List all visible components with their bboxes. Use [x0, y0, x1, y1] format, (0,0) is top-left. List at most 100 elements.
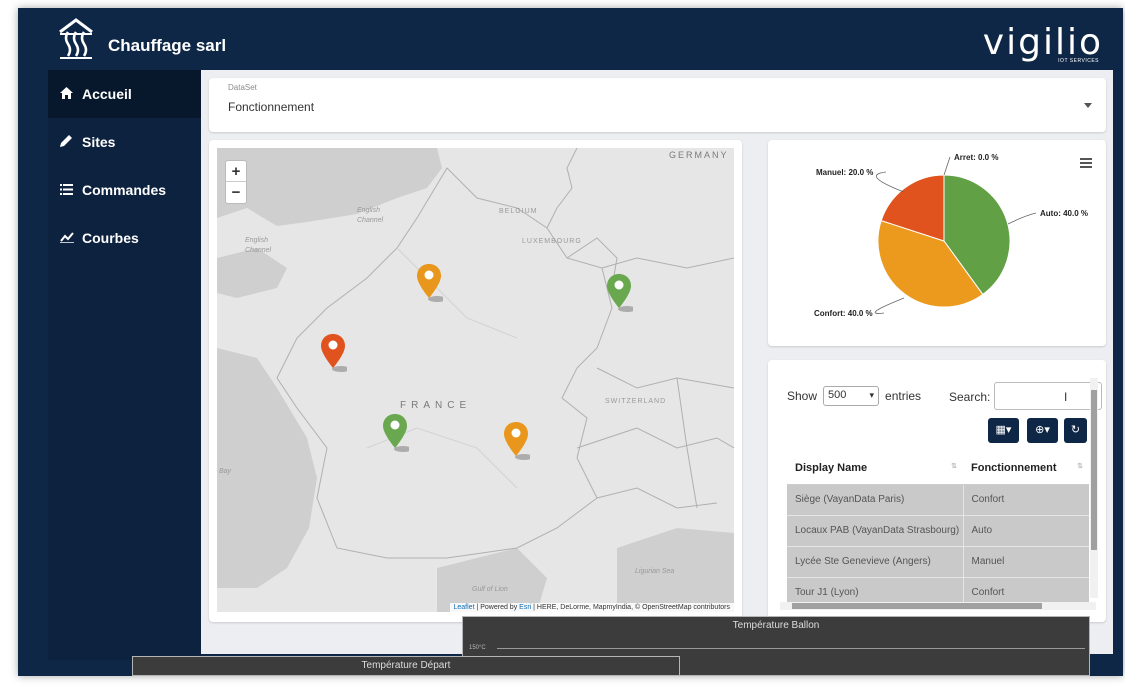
zoom-in-button[interactable]: +: [226, 161, 246, 182]
table-row[interactable]: Siège (VayanData Paris) Confort: [787, 484, 1089, 516]
sidebar-item-courbes[interactable]: Courbes: [48, 214, 201, 262]
sidebar-item-accueil[interactable]: Accueil: [48, 70, 201, 118]
list-icon: [60, 182, 82, 198]
entries-select[interactable]: 500 ▾: [823, 386, 880, 406]
main-content: DataSet Fonctionnement GERMANY BELGIUM L…: [201, 70, 1113, 654]
dataset-label: DataSet: [228, 83, 257, 92]
export-button[interactable]: ⊕▾: [1027, 418, 1058, 443]
temperature-depart-panel: Température Départ: [132, 656, 680, 676]
refresh-button[interactable]: ↻: [1064, 418, 1087, 443]
pie-label-arret: Arret: 0.0 %: [954, 153, 998, 162]
sidebar: Accueil Sites Commandes Courbes ‹: [48, 70, 201, 699]
menu-icon[interactable]: [1080, 158, 1092, 168]
attribution-text: | Powered by: [474, 604, 520, 611]
map-label-ligurian-sea: Ligurian Sea: [635, 568, 675, 575]
sidebar-item-sites[interactable]: Sites: [48, 118, 201, 166]
show-label: Show: [787, 389, 818, 403]
pencil-icon: [60, 134, 82, 150]
table-cell: Locaux PAB (VayanData Strasbourg): [787, 515, 963, 547]
map-marker-auto[interactable]: [383, 414, 409, 452]
zoom-control: + −: [225, 160, 247, 204]
map[interactable]: GERMANY BELGIUM LUXEMBOURG FRANCE SWITZE…: [217, 148, 734, 612]
sort-icon: ⇅: [1077, 463, 1083, 470]
column-header-label: Display Name: [795, 461, 868, 474]
pie-connector-manuel: [875, 171, 905, 193]
map-marker-confort[interactable]: [417, 264, 443, 302]
column-header-display-name[interactable]: Display Name ⇅: [787, 452, 963, 485]
pie-connector-arret: [943, 156, 951, 176]
sidebar-item-label: Sites: [82, 134, 116, 150]
dataset-value: Fonctionnement: [228, 100, 315, 114]
table-card: Show 500 ▾ entries Search: I ▦▾ ⊕▾ ↻ Disp…: [768, 360, 1106, 622]
sidebar-item-label: Accueil: [82, 86, 132, 102]
table-row[interactable]: Locaux PAB (VayanData Strasbourg) Auto: [787, 515, 1089, 547]
vendor-tagline: IOT SERVICES: [1058, 58, 1099, 64]
map-label-gulf-of-lion: Gulf of Lion: [472, 586, 508, 593]
house-logo-icon: [59, 18, 93, 59]
map-attribution: Leaflet | Powered by Esri | HERE, DeLorm…: [449, 603, 734, 612]
pie-connector-confort: [874, 297, 905, 314]
table-row[interactable]: Lycée Ste Genevieve (Angers) Manuel: [787, 546, 1089, 578]
download-icon: ⊕▾: [1035, 424, 1050, 436]
sidebar-collapse-button[interactable]: ‹: [193, 682, 198, 700]
map-label-france: FRANCE: [400, 400, 472, 411]
leaflet-link[interactable]: Leaflet: [454, 604, 475, 611]
search-input[interactable]: [994, 382, 1102, 410]
table-cell: Auto: [962, 515, 1089, 547]
pie-connector-auto: [1007, 212, 1037, 225]
entries-select-value: 500: [828, 389, 847, 401]
map-marker-auto[interactable]: [607, 274, 633, 312]
map-label-germany: GERMANY: [669, 150, 729, 160]
sidebar-item-commandes[interactable]: Commandes: [48, 166, 201, 214]
panel-title: Température Ballon: [732, 620, 820, 631]
dataset-select[interactable]: DataSet Fonctionnement: [209, 78, 1106, 132]
grid-icon: ▦▾: [995, 424, 1012, 436]
table-cell: Confort: [962, 484, 1089, 516]
app-window: Chauffage sarl vigilio IOT SERVICES Accu…: [18, 8, 1123, 699]
search-label: Search:: [949, 390, 991, 404]
column-header-label: Fonctionnement: [971, 461, 1057, 474]
map-card: GERMANY BELGIUM LUXEMBOURG FRANCE SWITZE…: [209, 140, 742, 622]
zoom-out-button[interactable]: −: [226, 182, 246, 203]
scrollbar-thumb[interactable]: [1091, 390, 1097, 550]
sidebar-item-label: Courbes: [82, 230, 139, 246]
map-label-luxembourg: LUXEMBOURG: [522, 238, 582, 245]
map-basemap: [217, 148, 734, 612]
attribution-text: | HERE, DeLorme, MapmyIndia, © OpenStree…: [531, 604, 730, 611]
panel-title: Température Départ: [361, 660, 451, 671]
table-cell: Manuel: [962, 546, 1089, 578]
esri-link[interactable]: Esri: [519, 604, 531, 611]
map-marker-manuel[interactable]: [321, 334, 347, 372]
axis-label: 150°C: [469, 645, 486, 651]
columns-button[interactable]: ▦▾: [988, 418, 1019, 443]
text-cursor-icon: I: [1064, 390, 1068, 404]
pie-label-confort: Confort: 40.0 %: [814, 309, 873, 318]
horizontal-scrollbar[interactable]: [780, 602, 1096, 610]
map-label-english-channel: English Channel: [245, 237, 272, 254]
gridline: [497, 648, 1085, 649]
sort-icon: ⇅: [951, 463, 957, 470]
vendor-logo: vigilio: [982, 22, 1103, 63]
pie-label-auto: Auto: 40.0 %: [1040, 209, 1088, 218]
vertical-scrollbar[interactable]: [1090, 378, 1098, 598]
chevron-down-icon: ▾: [869, 390, 875, 400]
map-label-english-channel: English Channel: [357, 207, 384, 224]
data-table: Display Name ⇅ Fonctionnement ⇅ Siège (Vay…: [787, 452, 1089, 609]
home-icon: [60, 86, 82, 102]
company-name: Chauffage sarl: [108, 36, 227, 55]
entries-length-control: Show 500 ▾ entries: [787, 386, 921, 406]
sidebar-item-label: Commandes: [82, 182, 167, 198]
pie-label-manuel: Manuel: 20.0 %: [816, 168, 873, 177]
table-cell: Lycée Ste Genevieve (Angers): [787, 546, 963, 578]
chart-icon: [60, 230, 82, 246]
pie-chart: Auto: 40.0 % Confort: 40.0 % Manuel: 20.0 …: [814, 153, 1088, 318]
map-label-bay: Bay: [219, 468, 232, 475]
column-header-fonctionnement[interactable]: Fonctionnement ⇅: [963, 452, 1089, 485]
pie-chart-card: Auto: 40.0 % Confort: 40.0 % Manuel: 20.0 …: [768, 140, 1106, 346]
entries-label: entries: [885, 389, 922, 403]
header: Chauffage sarl vigilio IOT SERVICES: [18, 8, 1123, 70]
map-marker-confort[interactable]: [504, 422, 530, 460]
table-cell: Siège (VayanData Paris): [787, 484, 963, 516]
scrollbar-thumb[interactable]: [792, 603, 1042, 609]
refresh-icon: ↻: [1070, 424, 1081, 436]
